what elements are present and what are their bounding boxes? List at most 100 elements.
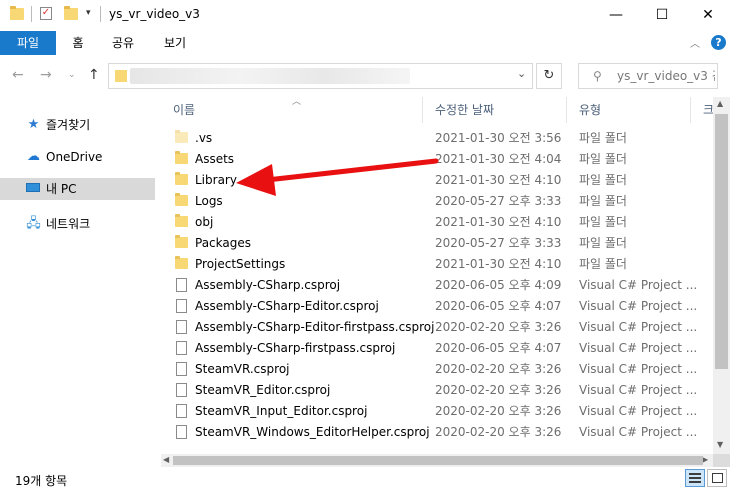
nav-item-label: 네트워크 [46, 217, 91, 231]
new-folder-icon[interactable] [64, 6, 78, 20]
column-header-date[interactable]: 수정한 날짜 [423, 97, 567, 123]
file-row[interactable]: Assembly-CSharp.csproj 2020-06-05 오후 4:09… [161, 275, 713, 296]
customize-toolbar-icon[interactable]: ▾ [86, 8, 91, 18]
file-type: Visual C# Project ... [579, 425, 698, 439]
file-row[interactable]: Assembly-CSharp-Editor-firstpass.csproj 2… [161, 317, 713, 338]
maximize-button[interactable]: ☐ [639, 0, 685, 31]
file-name: SteamVR.csproj [195, 362, 290, 376]
minimize-button[interactable]: — [593, 0, 639, 31]
file-row[interactable]: Library 2021-01-30 오전 4:10 파일 폴더 [161, 170, 713, 191]
chevron-down-icon[interactable]: ︿ [690, 35, 700, 50]
nav-item-this-pc[interactable]: 내 PC [0, 178, 155, 200]
folder-icon [10, 6, 24, 20]
nav-item-label: 내 PC [46, 182, 77, 196]
tab-view[interactable]: 보기 [152, 31, 198, 55]
chevron-down-icon[interactable]: ⌄ [517, 67, 526, 80]
scroll-up-icon[interactable]: ▲ [717, 99, 723, 108]
file-date: 2021-01-30 오전 4:10 [435, 173, 562, 187]
title-bar: ✓ ▾ ys_vr_video_v3 — ☐ ✕ [0, 0, 731, 31]
search-icon: ⚲ [593, 69, 602, 83]
file-icon [176, 425, 187, 439]
file-row[interactable]: SteamVR_Windows_EditorHelper.csproj 2020-… [161, 422, 713, 443]
vertical-scroll-thumb[interactable] [715, 114, 728, 369]
file-icon [176, 278, 187, 292]
horizontal-scroll-thumb[interactable] [173, 456, 703, 465]
file-date: 2020-06-05 오후 4:09 [435, 278, 562, 292]
folder-icon [175, 256, 188, 269]
file-type: 파일 폴더 [579, 215, 627, 229]
file-row[interactable]: ProjectSettings 2021-01-30 오전 4:10 파일 폴더 [161, 254, 713, 275]
file-type: 파일 폴더 [579, 173, 627, 187]
file-date: 2020-02-20 오후 3:26 [435, 362, 562, 376]
column-header-size[interactable]: 크 [691, 97, 714, 123]
file-type: 파일 폴더 [579, 131, 627, 145]
recent-locations-icon[interactable]: ⌄ [68, 70, 76, 80]
file-name: Assembly-CSharp-firstpass.csproj [195, 341, 396, 355]
file-row[interactable]: SteamVR.csproj 2020-02-20 오후 3:26 Visual C… [161, 359, 713, 380]
file-name: Assembly-CSharp-Editor-firstpass.csproj [195, 320, 435, 334]
nav-item-network[interactable]: 🖧 네트워크 [0, 213, 155, 235]
file-row[interactable]: .vs 2021-01-30 오전 3:56 파일 폴더 [161, 128, 713, 149]
up-icon[interactable]: ↑ [88, 67, 100, 83]
back-icon[interactable]: ← [12, 67, 24, 83]
file-name: Assets [195, 152, 235, 166]
file-type: Visual C# Project ... [579, 341, 698, 355]
star-icon: ★ [27, 117, 40, 132]
file-icon [176, 362, 187, 376]
file-date: 2021-01-30 오전 4:04 [435, 152, 562, 166]
file-type: Visual C# Project ... [579, 278, 698, 292]
large-icons-view-icon[interactable] [707, 469, 727, 487]
close-button[interactable]: ✕ [685, 0, 731, 31]
column-header-name[interactable]: 이름 [161, 97, 423, 123]
nav-item-quick-access[interactable]: ★ 즐겨찾기 [0, 114, 155, 136]
file-row[interactable]: SteamVR_Input_Editor.csproj 2020-02-20 오후… [161, 401, 713, 422]
tab-home[interactable]: 홈 [60, 31, 96, 55]
properties-icon[interactable]: ✓ [40, 7, 52, 20]
file-icon [176, 383, 187, 397]
file-row[interactable]: Packages 2020-05-27 오후 3:33 파일 폴더 [161, 233, 713, 254]
details-view-icon[interactable] [685, 469, 705, 487]
file-name: Logs [195, 194, 223, 208]
file-type: Visual C# Project ... [579, 299, 698, 313]
file-row[interactable]: Logs 2020-05-27 오후 3:33 파일 폴더 [161, 191, 713, 212]
file-name: SteamVR_Windows_EditorHelper.csproj [195, 425, 430, 439]
refresh-button[interactable]: ↻ [536, 63, 562, 89]
file-row[interactable]: Assembly-CSharp-firstpass.csproj 2020-06-… [161, 338, 713, 359]
file-name: SteamVR_Input_Editor.csproj [195, 404, 368, 418]
file-row[interactable]: Assembly-CSharp-Editor.csproj 2020-06-05 … [161, 296, 713, 317]
nav-item-onedrive[interactable]: ☁ OneDrive [0, 146, 155, 168]
file-type: 파일 폴더 [579, 194, 627, 208]
file-name: Library [195, 173, 237, 187]
file-date: 2020-02-20 오후 3:26 [435, 320, 562, 334]
nav-item-label: OneDrive [46, 150, 103, 164]
search-input[interactable]: ⚲ ys_vr_video_v3 검색 [578, 63, 718, 89]
column-header-type[interactable]: 유형 [567, 97, 691, 123]
file-name: .vs [195, 131, 213, 145]
file-name: Assembly-CSharp-Editor.csproj [195, 299, 379, 313]
cloud-icon: ☁ [27, 149, 40, 164]
file-date: 2020-02-20 오후 3:26 [435, 404, 562, 418]
file-type: Visual C# Project ... [579, 404, 698, 418]
file-row[interactable]: obj 2021-01-30 오전 4:10 파일 폴더 [161, 212, 713, 233]
folder-icon [175, 193, 188, 206]
file-icon [176, 404, 187, 418]
scroll-down-icon[interactable]: ▼ [717, 440, 723, 449]
file-date: 2021-01-30 오전 4:10 [435, 257, 562, 271]
address-path-blurred [130, 68, 410, 84]
folder-icon [175, 151, 188, 164]
file-row[interactable]: Assets 2021-01-30 오전 4:04 파일 폴더 [161, 149, 713, 170]
scroll-left-icon[interactable]: ◀ [163, 455, 169, 464]
file-icon [176, 299, 187, 313]
file-row[interactable]: SteamVR_Editor.csproj 2020-02-20 오후 3:26 V… [161, 380, 713, 401]
forward-icon[interactable]: → [40, 67, 52, 83]
file-date: 2020-02-20 오후 3:26 [435, 425, 562, 439]
item-count: 19개 항목 [15, 474, 68, 488]
tab-share[interactable]: 공유 [100, 31, 146, 55]
file-date: 2021-01-30 오전 3:56 [435, 131, 562, 145]
tab-file[interactable]: 파일 [0, 31, 56, 55]
search-placeholder: ys_vr_video_v3 검색 [617, 69, 715, 83]
file-type: 파일 폴더 [579, 152, 627, 166]
column-headers: ︿ 이름 수정한 날짜 유형 크 [161, 97, 714, 123]
divider [100, 6, 101, 22]
help-icon[interactable]: ? [711, 35, 726, 50]
